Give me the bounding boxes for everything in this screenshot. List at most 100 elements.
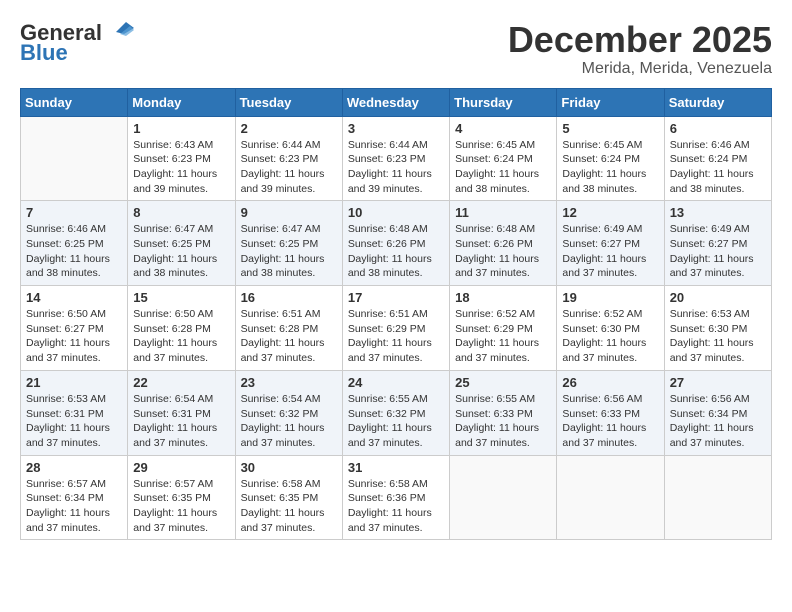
calendar-col-wednesday: Wednesday (342, 88, 449, 116)
day-number: 26 (562, 375, 658, 390)
day-number: 27 (670, 375, 766, 390)
calendar-week-row: 28Sunrise: 6:57 AMSunset: 6:34 PMDayligh… (21, 455, 772, 540)
calendar-week-row: 21Sunrise: 6:53 AMSunset: 6:31 PMDayligh… (21, 370, 772, 455)
day-number: 14 (26, 290, 122, 305)
calendar-cell: 7Sunrise: 6:46 AMSunset: 6:25 PMDaylight… (21, 201, 128, 286)
calendar-cell: 16 Sunrise: 6:51 AMSunset: 6:28 PMDayligh… (235, 286, 342, 371)
day-number: 9 (241, 205, 337, 220)
cell-info: Sunrise: 6:44 AMSunset: 6:23 PMDaylight:… (241, 138, 337, 197)
calendar-cell: 30 Sunrise: 6:58 AMSunset: 6:35 PMDayligh… (235, 455, 342, 540)
cell-info: Sunrise: 6:55 AMSunset: 6:33 PMDaylight:… (455, 392, 551, 451)
day-number: 13 (670, 205, 766, 220)
calendar-col-thursday: Thursday (450, 88, 557, 116)
calendar-table: SundayMondayTuesdayWednesdayThursdayFrid… (20, 88, 772, 541)
calendar-cell: 20Sunrise: 6:53 AMSunset: 6:30 PMDayligh… (664, 286, 771, 371)
calendar-cell: 23 Sunrise: 6:54 AMSunset: 6:32 PMDayligh… (235, 370, 342, 455)
cell-info: Sunrise: 6:55 AMSunset: 6:32 PMDaylight:… (348, 392, 444, 451)
calendar-cell: 24 Sunrise: 6:55 AMSunset: 6:32 PMDayligh… (342, 370, 449, 455)
cell-info: Sunrise: 6:53 AMSunset: 6:30 PMDaylight:… (670, 307, 766, 366)
calendar-cell: 25Sunrise: 6:55 AMSunset: 6:33 PMDayligh… (450, 370, 557, 455)
cell-info: Sunrise: 6:46 AMSunset: 6:25 PMDaylight:… (26, 222, 122, 281)
cell-info: Sunrise: 6:45 AMSunset: 6:24 PMDaylight:… (562, 138, 658, 197)
cell-info: Sunrise: 6:49 AMSunset: 6:27 PMDaylight:… (562, 222, 658, 281)
calendar-col-monday: Monday (128, 88, 235, 116)
day-number: 3 (348, 121, 444, 136)
calendar-week-row: 7Sunrise: 6:46 AMSunset: 6:25 PMDaylight… (21, 201, 772, 286)
calendar-cell (21, 116, 128, 201)
calendar-cell: 27Sunrise: 6:56 AMSunset: 6:34 PMDayligh… (664, 370, 771, 455)
calendar-cell: 8Sunrise: 6:47 AMSunset: 6:25 PMDaylight… (128, 201, 235, 286)
day-number: 24 (348, 375, 444, 390)
logo-bird-icon (106, 20, 134, 42)
calendar-cell: 14 Sunrise: 6:50 AMSunset: 6:27 PMDayligh… (21, 286, 128, 371)
day-number: 16 (241, 290, 337, 305)
page-header: General Blue December 2025 Merida, Merid… (20, 20, 772, 78)
calendar-cell: 11Sunrise: 6:48 AMSunset: 6:26 PMDayligh… (450, 201, 557, 286)
calendar-cell: 3 Sunrise: 6:44 AMSunset: 6:23 PMDaylight… (342, 116, 449, 201)
cell-info: Sunrise: 6:43 AMSunset: 6:23 PMDaylight:… (133, 138, 229, 197)
calendar-cell: 28Sunrise: 6:57 AMSunset: 6:34 PMDayligh… (21, 455, 128, 540)
cell-info: Sunrise: 6:44 AMSunset: 6:23 PMDaylight:… (348, 138, 444, 197)
cell-info: Sunrise: 6:49 AMSunset: 6:27 PMDaylight:… (670, 222, 766, 281)
logo: General Blue (20, 20, 134, 66)
cell-info: Sunrise: 6:47 AMSunset: 6:25 PMDaylight:… (241, 222, 337, 281)
calendar-cell: 1 Sunrise: 6:43 AMSunset: 6:23 PMDaylight… (128, 116, 235, 201)
calendar-cell: 17 Sunrise: 6:51 AMSunset: 6:29 PMDayligh… (342, 286, 449, 371)
day-number: 21 (26, 375, 122, 390)
month-title: December 2025 (508, 20, 772, 60)
day-number: 4 (455, 121, 551, 136)
day-number: 23 (241, 375, 337, 390)
cell-info: Sunrise: 6:47 AMSunset: 6:25 PMDaylight:… (133, 222, 229, 281)
calendar-cell: 21Sunrise: 6:53 AMSunset: 6:31 PMDayligh… (21, 370, 128, 455)
cell-info: Sunrise: 6:54 AMSunset: 6:31 PMDaylight:… (133, 392, 229, 451)
cell-info: Sunrise: 6:46 AMSunset: 6:24 PMDaylight:… (670, 138, 766, 197)
cell-info: Sunrise: 6:48 AMSunset: 6:26 PMDaylight:… (455, 222, 551, 281)
cell-info: Sunrise: 6:58 AMSunset: 6:36 PMDaylight:… (348, 477, 444, 536)
calendar-col-sunday: Sunday (21, 88, 128, 116)
day-number: 19 (562, 290, 658, 305)
cell-info: Sunrise: 6:52 AMSunset: 6:30 PMDaylight:… (562, 307, 658, 366)
calendar-week-row: 14 Sunrise: 6:50 AMSunset: 6:27 PMDayligh… (21, 286, 772, 371)
calendar-cell: 5 Sunrise: 6:45 AMSunset: 6:24 PMDaylight… (557, 116, 664, 201)
calendar-cell: 31 Sunrise: 6:58 AMSunset: 6:36 PMDayligh… (342, 455, 449, 540)
cell-info: Sunrise: 6:57 AMSunset: 6:35 PMDaylight:… (133, 477, 229, 536)
calendar-cell: 18Sunrise: 6:52 AMSunset: 6:29 PMDayligh… (450, 286, 557, 371)
day-number: 17 (348, 290, 444, 305)
cell-info: Sunrise: 6:50 AMSunset: 6:28 PMDaylight:… (133, 307, 229, 366)
calendar-cell: 6 Sunrise: 6:46 AMSunset: 6:24 PMDaylight… (664, 116, 771, 201)
calendar-cell: 29 Sunrise: 6:57 AMSunset: 6:35 PMDayligh… (128, 455, 235, 540)
cell-info: Sunrise: 6:45 AMSunset: 6:24 PMDaylight:… (455, 138, 551, 197)
day-number: 10 (348, 205, 444, 220)
day-number: 22 (133, 375, 229, 390)
cell-info: Sunrise: 6:51 AMSunset: 6:28 PMDaylight:… (241, 307, 337, 366)
day-number: 18 (455, 290, 551, 305)
cell-info: Sunrise: 6:56 AMSunset: 6:33 PMDaylight:… (562, 392, 658, 451)
day-number: 29 (133, 460, 229, 475)
calendar-cell: 13 Sunrise: 6:49 AMSunset: 6:27 PMDayligh… (664, 201, 771, 286)
day-number: 2 (241, 121, 337, 136)
calendar-header-row: SundayMondayTuesdayWednesdayThursdayFrid… (21, 88, 772, 116)
cell-info: Sunrise: 6:50 AMSunset: 6:27 PMDaylight:… (26, 307, 122, 366)
calendar-col-saturday: Saturday (664, 88, 771, 116)
cell-info: Sunrise: 6:51 AMSunset: 6:29 PMDaylight:… (348, 307, 444, 366)
title-block: December 2025 Merida, Merida, Venezuela (508, 20, 772, 78)
calendar-cell (664, 455, 771, 540)
calendar-cell (450, 455, 557, 540)
calendar-cell: 19 Sunrise: 6:52 AMSunset: 6:30 PMDayligh… (557, 286, 664, 371)
day-number: 31 (348, 460, 444, 475)
calendar-col-tuesday: Tuesday (235, 88, 342, 116)
calendar-cell: 22 Sunrise: 6:54 AMSunset: 6:31 PMDayligh… (128, 370, 235, 455)
day-number: 5 (562, 121, 658, 136)
cell-info: Sunrise: 6:48 AMSunset: 6:26 PMDaylight:… (348, 222, 444, 281)
day-number: 6 (670, 121, 766, 136)
calendar-cell: 15Sunrise: 6:50 AMSunset: 6:28 PMDayligh… (128, 286, 235, 371)
calendar-col-friday: Friday (557, 88, 664, 116)
day-number: 1 (133, 121, 229, 136)
cell-info: Sunrise: 6:54 AMSunset: 6:32 PMDaylight:… (241, 392, 337, 451)
calendar-cell: 4 Sunrise: 6:45 AMSunset: 6:24 PMDaylight… (450, 116, 557, 201)
calendar-cell: 9 Sunrise: 6:47 AMSunset: 6:25 PMDaylight… (235, 201, 342, 286)
calendar-week-row: 1 Sunrise: 6:43 AMSunset: 6:23 PMDaylight… (21, 116, 772, 201)
day-number: 30 (241, 460, 337, 475)
location: Merida, Merida, Venezuela (508, 60, 772, 78)
cell-info: Sunrise: 6:58 AMSunset: 6:35 PMDaylight:… (241, 477, 337, 536)
